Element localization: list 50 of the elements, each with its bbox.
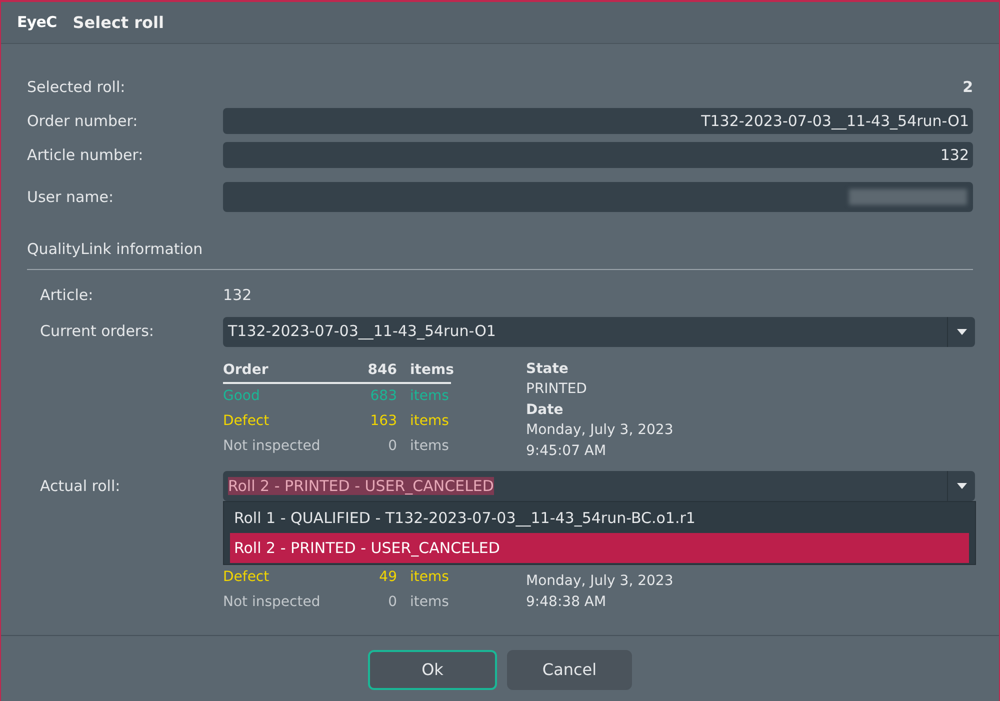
dropdown-option[interactable]: Roll 2 - PRINTED - USER_CANCELED (230, 533, 969, 563)
table-cell-text: Good (223, 386, 261, 406)
caret-icon (956, 328, 966, 334)
field-label: Order number: (27, 110, 139, 132)
column-header: Order (223, 360, 270, 380)
input-field[interactable] (223, 182, 973, 212)
column-header: 846 (366, 360, 397, 380)
info-value: Monday, July 3, 2023 (526, 421, 674, 440)
field-label: Actual roll: (40, 476, 122, 497)
input-field[interactable]: T132-2023-07-03__11-43_54run-O1 (223, 108, 973, 134)
table-cell-text: items (409, 386, 450, 406)
column-header: items (409, 360, 451, 380)
field-value: 132 (223, 285, 252, 306)
field-label: Current orders: (40, 321, 155, 342)
cancel-button[interactable]: Cancel (507, 650, 632, 690)
table-cell-text: items (409, 593, 450, 612)
table-cell-text: Not inspected (223, 436, 322, 456)
table-cell-text: 163 (369, 412, 397, 430)
dropdown[interactable]: Roll 2 - PRINTED - USER_CANCELED (223, 471, 975, 501)
table-cell-text: items (409, 412, 450, 430)
field-label: Article number: (27, 144, 144, 166)
ok-button[interactable]: Ok (368, 650, 497, 690)
table-cell-text: items (409, 568, 450, 587)
window-title: Select roll (72, 12, 164, 34)
field-label: User name: (27, 186, 115, 208)
dropdown-value: Roll 2 - PRINTED - USER_CANCELED (228, 476, 494, 495)
info-heading: Date (526, 400, 564, 420)
field-value: 2 (962, 76, 973, 98)
dropdown-value: T132-2023-07-03__11-43_54run-O1 (228, 322, 496, 340)
info-heading: State (526, 360, 570, 378)
table-cell-text: 683 (369, 386, 397, 406)
table-cell-text: Defect (223, 412, 270, 430)
info-value: 9:48:38 AM (526, 592, 608, 612)
dropdown-option[interactable]: Roll 1 - QUALIFIED - T132-2023-07-03__11-43_54run-BC.o1.r1 (230, 503, 969, 533)
logo: EyeC (17, 12, 57, 34)
dropdown[interactable]: T132-2023-07-03__11-43_54run-O1 (223, 316, 975, 346)
info-value: PRINTED (526, 380, 588, 399)
field-label: Article: (40, 285, 94, 306)
table-cell-text: 49 (378, 568, 397, 587)
info-value: 9:45:07 AM (526, 442, 608, 460)
table-cell-text: 0 (387, 593, 397, 612)
input-field[interactable]: 132 (223, 142, 973, 168)
field-label: Selected roll: (27, 76, 126, 98)
table-cell-text: Defect (223, 568, 270, 587)
table-cell-text: items (409, 436, 450, 456)
table-cell-text: Not inspected (223, 593, 322, 612)
info-value: Monday, July 3, 2023 (526, 572, 674, 591)
section-title: QualityLink information (27, 240, 203, 258)
table-cell-text: 0 (387, 436, 397, 456)
caret-icon (956, 483, 966, 489)
